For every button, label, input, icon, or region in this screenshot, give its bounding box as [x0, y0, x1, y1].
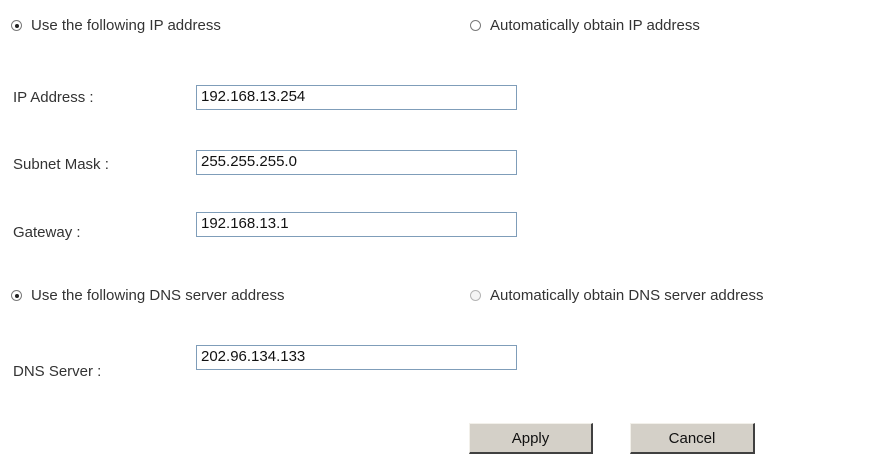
dns-auto-label: Automatically obtain DNS server address	[490, 287, 764, 304]
subnet-mask-input[interactable]	[196, 150, 517, 175]
dns-manual-radio[interactable]	[11, 290, 22, 301]
dns-manual-label: Use the following DNS server address	[31, 287, 285, 304]
cancel-button[interactable]: Cancel	[630, 423, 755, 454]
dns-auto-radio[interactable]	[470, 290, 481, 301]
ip-address-label: IP Address :	[13, 89, 94, 106]
ip-auto-label: Automatically obtain IP address	[490, 17, 700, 34]
ip-auto-option[interactable]: Automatically obtain IP address	[470, 17, 700, 34]
dns-auto-option[interactable]: Automatically obtain DNS server address	[470, 287, 763, 304]
dns-manual-option[interactable]: Use the following DNS server address	[11, 287, 284, 304]
apply-button[interactable]: Apply	[469, 423, 593, 454]
ip-manual-option[interactable]: Use the following IP address	[11, 17, 221, 34]
dns-server-input[interactable]	[196, 345, 517, 370]
ip-manual-radio[interactable]	[11, 20, 22, 31]
ip-manual-label: Use the following IP address	[31, 17, 221, 34]
subnet-mask-label: Subnet Mask :	[13, 156, 109, 173]
gateway-label: Gateway :	[13, 224, 81, 241]
gateway-input[interactable]	[196, 212, 517, 237]
ip-auto-radio[interactable]	[470, 20, 481, 31]
dns-server-label: DNS Server :	[13, 363, 102, 380]
ip-address-input[interactable]	[196, 85, 517, 110]
